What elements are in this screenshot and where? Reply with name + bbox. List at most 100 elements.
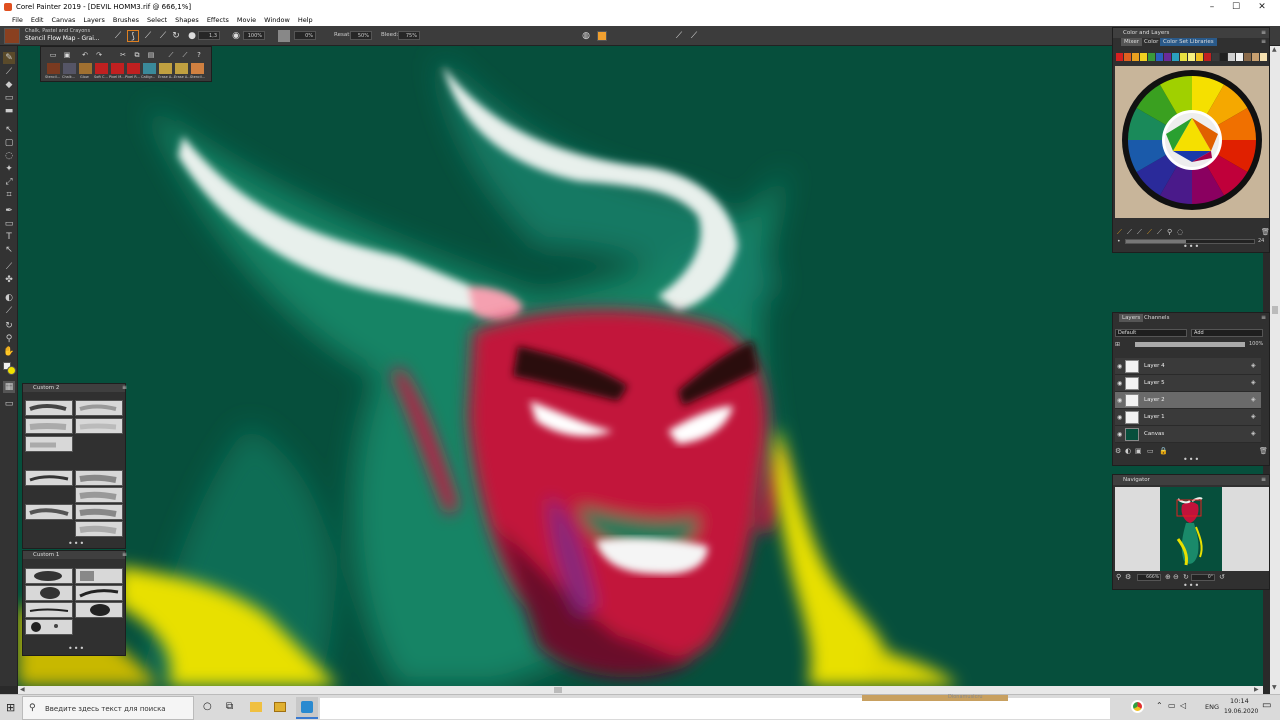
brush-preset[interactable] bbox=[75, 487, 123, 503]
paste-icon[interactable]: ▤ bbox=[145, 49, 157, 61]
text-icon[interactable]: T bbox=[3, 231, 15, 243]
brush-preset[interactable] bbox=[25, 602, 73, 618]
size-field[interactable]: 1,3 bbox=[198, 31, 220, 40]
scroll-thumb[interactable] bbox=[554, 687, 562, 693]
menu-select[interactable]: Select bbox=[143, 14, 171, 24]
shape-select-icon[interactable]: ↖ bbox=[3, 244, 15, 256]
brush-preset[interactable] bbox=[75, 521, 123, 537]
panel-menu-icon[interactable]: ≡ bbox=[1261, 476, 1266, 483]
paper-selector-icon[interactable]: ▦ bbox=[3, 381, 15, 393]
brush-preset[interactable] bbox=[25, 585, 73, 601]
task-view-icon[interactable]: ⧉ bbox=[226, 701, 233, 712]
maximize-icon[interactable]: ☐ bbox=[1224, 0, 1248, 14]
pen-icon[interactable]: ✒ bbox=[3, 205, 15, 217]
tray-chevron-icon[interactable]: ⌃ bbox=[1156, 701, 1163, 710]
vertical-scrollbar[interactable]: ▲ ▼ bbox=[1270, 46, 1280, 694]
menu-effects[interactable]: Effects bbox=[203, 14, 233, 24]
magnifier-icon[interactable]: ⚲ bbox=[3, 333, 15, 345]
opacity-field[interactable]: 100% bbox=[243, 31, 265, 40]
lock-layer-icon[interactable]: 🔒 bbox=[1159, 447, 1168, 455]
layer-row-layer-4[interactable]: ◉ Layer 4 ◈ bbox=[1115, 358, 1261, 375]
brush-thumb-icon[interactable] bbox=[47, 63, 60, 74]
menu-file[interactable]: File bbox=[0, 14, 27, 24]
undo-icon[interactable]: ↶ bbox=[79, 49, 91, 61]
layer-visibility-icon[interactable]: ◈ bbox=[1251, 379, 1256, 386]
horizontal-scrollbar[interactable]: ◀ ▶ bbox=[18, 686, 1263, 694]
mixer-sample-multiple-icon[interactable]: ⟋ bbox=[1157, 228, 1162, 237]
new-layer-group-icon[interactable]: ▣ bbox=[1135, 447, 1142, 455]
cortana-icon[interactable]: ○ bbox=[203, 701, 212, 712]
zoom-out-icon[interactable]: ⊖ bbox=[1173, 573, 1179, 581]
layer-opacity-slider[interactable] bbox=[1135, 342, 1245, 347]
navigator-settings-icon[interactable]: ⚙ bbox=[1125, 573, 1131, 581]
chrome-icon[interactable] bbox=[1131, 700, 1144, 713]
layer-visibility-icon[interactable]: ◈ bbox=[1251, 430, 1256, 437]
menu-edit[interactable]: Edit bbox=[27, 14, 48, 24]
dodge-icon[interactable]: ◐ bbox=[3, 292, 15, 304]
brush-selector-icon[interactable] bbox=[4, 28, 20, 44]
menu-window[interactable]: Window bbox=[260, 14, 294, 24]
resat-field[interactable]: 50% bbox=[350, 31, 372, 40]
delete-layer-icon[interactable]: 🗑 bbox=[1259, 447, 1268, 455]
brush-category[interactable]: Chalk, Pastel and Crayons bbox=[25, 28, 90, 34]
color-swatch[interactable] bbox=[1124, 53, 1131, 61]
brush-thumb-icon[interactable] bbox=[175, 63, 188, 74]
palette-menu-icon[interactable]: ≡ bbox=[122, 551, 127, 558]
scroll-left-icon[interactable]: ◀ bbox=[20, 686, 25, 693]
mixer-sample-icon[interactable]: ⟋ bbox=[1147, 228, 1152, 237]
brush-preset[interactable] bbox=[75, 602, 123, 618]
eraser-icon[interactable]: ▭ bbox=[3, 92, 15, 104]
eye-icon[interactable]: ◉ bbox=[1117, 397, 1122, 404]
color-swatch[interactable] bbox=[1204, 53, 1211, 61]
palette-more-icon[interactable]: ••• bbox=[68, 539, 85, 548]
fill-icon[interactable]: ▬ bbox=[3, 105, 15, 117]
redo-icon[interactable]: ↷ bbox=[93, 49, 105, 61]
screen-mode-icon[interactable]: ▭ bbox=[3, 398, 15, 410]
crop-icon[interactable]: ⌗ bbox=[3, 189, 15, 201]
color-variability-icon[interactable] bbox=[597, 31, 607, 41]
brush-preset[interactable] bbox=[75, 470, 123, 486]
color-swatch[interactable] bbox=[1212, 53, 1219, 61]
brush-tool-icon[interactable]: ✎ bbox=[3, 52, 15, 64]
composite-select[interactable]: Add bbox=[1191, 329, 1263, 337]
layer-attributes-icon[interactable]: ⚙ bbox=[1115, 447, 1121, 455]
lock-icon[interactable]: ⊞ bbox=[1115, 341, 1120, 348]
eye-icon[interactable]: ◉ bbox=[1117, 380, 1122, 387]
panel-menu-icon[interactable]: ≡ bbox=[1261, 314, 1266, 321]
folder-icon[interactable] bbox=[274, 702, 286, 712]
minimize-icon[interactable]: – bbox=[1200, 0, 1224, 14]
brush-thumb-icon[interactable] bbox=[143, 63, 156, 74]
layer-mask-icon[interactable]: ◐ bbox=[1125, 447, 1131, 455]
rotate-icon[interactable]: ↻ bbox=[1183, 573, 1189, 581]
tab-color[interactable]: Color bbox=[1141, 38, 1161, 46]
layer-adjuster-icon[interactable]: ↖ bbox=[3, 124, 15, 136]
brush-preset[interactable] bbox=[25, 619, 73, 635]
color-swatch[interactable] bbox=[1148, 53, 1155, 61]
color-swatch[interactable] bbox=[1140, 53, 1147, 61]
palette-more-icon[interactable]: ••• bbox=[68, 644, 85, 653]
stroke-type-icon[interactable]: ⟆ bbox=[127, 30, 139, 42]
save-icon[interactable]: ▣ bbox=[61, 49, 73, 61]
mixer-zoom-icon[interactable]: ⚲ bbox=[1167, 228, 1172, 236]
color-swatch[interactable] bbox=[1156, 53, 1163, 61]
new-icon[interactable]: ▭ bbox=[47, 49, 59, 61]
color-swatch[interactable] bbox=[1220, 53, 1227, 61]
color-swatch[interactable] bbox=[1236, 53, 1243, 61]
brush-a-icon[interactable]: ⟋ bbox=[165, 49, 177, 61]
bleed-field[interactable]: 75% bbox=[398, 31, 420, 40]
main-color-icon[interactable] bbox=[7, 366, 16, 375]
layer-row-canvas[interactable]: ◉ Canvas ◈ bbox=[1115, 426, 1261, 443]
zoom-in-icon[interactable]: ⊕ bbox=[1165, 573, 1171, 581]
language-indicator[interactable]: ENG bbox=[1205, 703, 1219, 711]
color-swatch[interactable] bbox=[1180, 53, 1187, 61]
reset-tool-icon[interactable]: ↻ bbox=[170, 30, 182, 42]
reset-rotation-icon[interactable]: ↺ bbox=[1219, 573, 1225, 581]
brush-thumb-icon[interactable] bbox=[111, 63, 124, 74]
color-menu-icon[interactable]: ≡ bbox=[1261, 38, 1266, 45]
panel-menu-icon[interactable]: ≡ bbox=[1261, 29, 1266, 36]
layer-row-layer-5[interactable]: ◉ Layer 5 ◈ bbox=[1115, 375, 1261, 392]
brush-tool-icon[interactable]: ⟋ bbox=[112, 30, 124, 42]
mixer-pan-icon[interactable]: ◌ bbox=[1177, 228, 1183, 236]
stamp-icon[interactable]: ✤ bbox=[3, 274, 15, 286]
menu-canvas[interactable]: Canvas bbox=[47, 14, 79, 24]
